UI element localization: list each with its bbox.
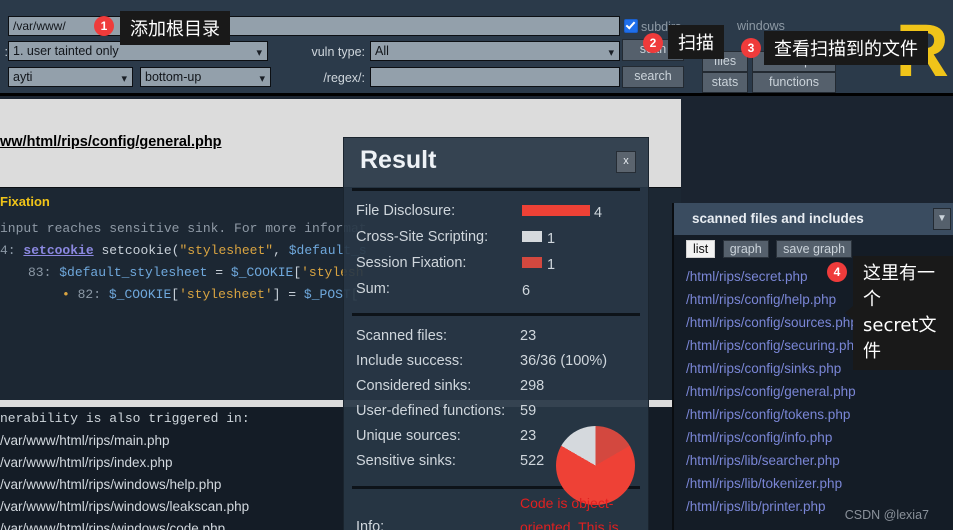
stat-row: Include success: 36/36 (100%) (344, 351, 648, 376)
vuln-row: Cross-Site Scripting: 1 (344, 227, 648, 253)
stat-value: 298 (520, 378, 545, 394)
language-select[interactable]: ayti ▾ (8, 67, 133, 87)
chevron-down-icon: ▾ (256, 47, 262, 59)
tab-list[interactable]: list (686, 240, 716, 258)
vuln-row-label: Sum: (356, 281, 390, 297)
vuln-row-label: File Disclosure: (356, 203, 456, 219)
result-dialog-body: File Disclosure: 4 Cross-Site Scripting:… (344, 191, 648, 530)
chevron-down-icon: ▾ (608, 47, 614, 59)
vuln-row-count: 1 (547, 257, 556, 273)
verbosity-label: : (4, 45, 8, 59)
order-select-value: bottom-up (145, 70, 202, 84)
stat-value: 23 (520, 428, 537, 444)
annotation-callout-4-line2: secret文件 (863, 315, 937, 362)
tab-graph[interactable]: graph (722, 240, 769, 258)
stats-section: Scanned files: 23 Include success: 36/36… (344, 316, 648, 505)
annotation-callout-4-line1: 这里有一个 (863, 263, 935, 310)
result-dialog-header: Result x (344, 138, 648, 188)
vuln-row-bar (522, 231, 542, 242)
annotation-badge-1: 1 (94, 16, 114, 36)
vuln-row-bar (522, 257, 542, 268)
vuln-row-label: Session Fixation: (356, 255, 467, 271)
watermark: CSDN @lexia7 (844, 508, 929, 522)
stat-label: Sensitive sinks: (356, 453, 456, 469)
annotation-callout-4: 这里有一个 secret文件 (845, 256, 953, 370)
language-select-value: ayti (13, 70, 33, 84)
rips-scanner-window: : 1. user tainted only ▾ ayti ▾ bottom-u… (0, 0, 953, 530)
regex-label: /regex/: (323, 71, 365, 85)
annotation-callout-1: 添加根目录 (120, 11, 230, 45)
stat-row: Scanned files: 23 (344, 326, 648, 351)
stat-label: Include success: (356, 353, 464, 369)
stats-button[interactable]: stats (702, 72, 748, 93)
info-text: Code is object-oriented. This is not sup… (520, 495, 619, 530)
annotation-badge-3: 3 (741, 38, 761, 58)
page-title: Result (360, 146, 437, 174)
annotation-badge-4: 4 (827, 262, 847, 282)
list-item[interactable]: /html/rips/config/tokens.php (686, 403, 953, 426)
stat-value: 59 (520, 403, 537, 419)
tab-save-graph[interactable]: save graph (776, 240, 853, 258)
search-button[interactable]: search (622, 66, 684, 88)
vuln-row-count: 1 (547, 231, 556, 247)
chevron-down-icon: ▾ (259, 73, 265, 85)
vuln-row: Session Fixation: 1 (344, 253, 648, 279)
vuln-type-select-value: All (375, 44, 389, 58)
vuln-row-bar (522, 205, 590, 216)
stat-value: 36/36 (100%) (520, 353, 608, 369)
scanned-files-tabs: list graph save graph (686, 240, 855, 258)
stat-label: Unique sources: (356, 428, 461, 444)
vuln-row-count: 6 (522, 283, 531, 299)
subdirs-checkbox[interactable] (624, 19, 638, 33)
vuln-row-sum: Sum: 6 (344, 279, 648, 305)
vuln-row-count: 4 (594, 205, 603, 221)
vuln-type-select[interactable]: All ▾ (370, 41, 620, 61)
result-dialog: Result x File Disclosure: 4 Cross-Site S… (344, 138, 648, 530)
regex-input[interactable] (370, 67, 620, 87)
list-item[interactable]: /html/rips/lib/searcher.php (686, 449, 953, 472)
annotation-callout-2: 扫描 (668, 25, 724, 59)
stat-value: 23 (520, 328, 537, 344)
scanned-files-title: scanned files and includes (674, 203, 953, 235)
stat-label: User-defined functions: (356, 403, 506, 419)
info-label: Info: (356, 519, 385, 530)
stat-row: User-defined functions: 59 (344, 401, 648, 426)
vuln-row: File Disclosure: 4 (344, 201, 648, 227)
stat-value: 522 (520, 453, 545, 469)
chevron-down-icon: ▾ (121, 73, 127, 85)
chevron-down-icon[interactable]: ▼ (933, 208, 951, 230)
list-item[interactable]: /html/rips/lib/tokenizer.php (686, 472, 953, 495)
order-select[interactable]: bottom-up ▾ (140, 67, 271, 87)
annotation-callout-3: 查看扫描到的文件 (764, 31, 928, 65)
stat-label: Considered sinks: (356, 378, 472, 394)
annotation-badge-2: 2 (643, 33, 663, 53)
stat-row: Considered sinks: 298 (344, 376, 648, 401)
vuln-row-label: Cross-Site Scripting: (356, 229, 489, 245)
stat-label: Scanned files: (356, 328, 448, 344)
close-icon[interactable]: x (616, 151, 636, 173)
vuln-type-label: vuln type: (311, 45, 365, 59)
functions-button[interactable]: functions (752, 72, 836, 93)
info-row: Info: Code is object-oriented. This is n… (344, 489, 648, 530)
list-item[interactable]: /html/rips/config/info.php (686, 426, 953, 449)
list-item[interactable]: /html/rips/config/general.php (686, 380, 953, 403)
